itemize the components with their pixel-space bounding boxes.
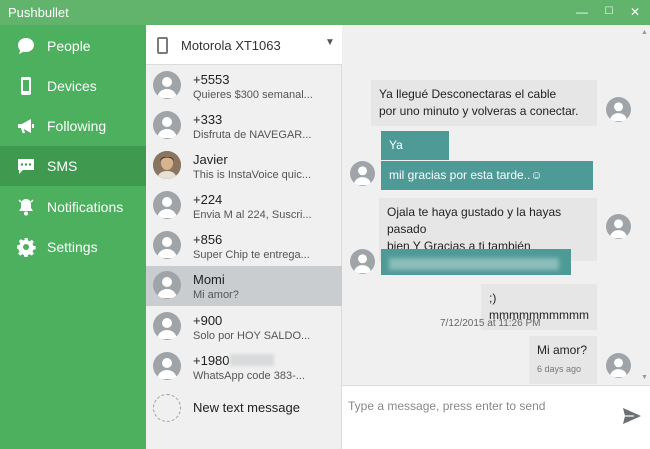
megaphone-icon — [18, 119, 34, 133]
conversation-name: +333 — [193, 112, 223, 127]
device-name: Motorola XT1063 — [181, 38, 281, 53]
message-composer — [342, 385, 650, 449]
conversation-timestamp: 7/12/2015 at 11:26 PM — [440, 318, 541, 329]
sms-icon — [18, 159, 34, 174]
conversation-item[interactable]: Javier This is InstaVoice quic... — [146, 146, 342, 186]
avatar — [153, 312, 181, 340]
sidebar-item-devices[interactable]: Devices — [0, 66, 146, 106]
redacted-number — [230, 354, 274, 366]
sidebar-item-settings[interactable]: Settings — [0, 227, 146, 267]
conversation-item[interactable]: +333 Disfruta de NAVEGAR... — [146, 106, 342, 146]
new-message-label: New text message — [193, 400, 300, 415]
avatar-photo — [153, 151, 181, 179]
message-text: Ya llegué Desconectaras el cable — [379, 87, 557, 101]
phone-icon — [157, 37, 168, 54]
sidebar-item-label: People — [47, 38, 91, 54]
message-text: Ojala te haya gustado y la hayas pasado — [387, 205, 562, 236]
chat-panel: Ya llegué Desconectaras el cable por uno… — [342, 25, 650, 449]
conversation-name: +224 — [193, 192, 223, 207]
conversation-name: +5553 — [193, 72, 230, 87]
conversation-item[interactable]: +900 Solo por HOY SALDO... — [146, 307, 342, 347]
sidebar-item-label: Devices — [47, 78, 97, 94]
sidebar-item-people[interactable]: People — [0, 26, 146, 66]
redacted-message-text — [389, 257, 559, 270]
scroll-up-icon[interactable]: ▲ — [641, 29, 648, 36]
conversation-item[interactable]: +224 Envia M al 224, Suscri... — [146, 186, 342, 226]
avatar — [606, 353, 631, 378]
gear-icon — [17, 238, 36, 257]
send-icon[interactable] — [622, 406, 642, 426]
title-bar: Pushbullet — ☐ ✕ — [0, 0, 650, 25]
device-selector[interactable]: Motorola XT1063 ▼ — [146, 25, 342, 65]
conversation-preview: Envia M al 224, Suscri... — [193, 209, 312, 221]
message-bubble-incoming: Mi amor? 6 days ago — [529, 336, 597, 384]
sidebar-item-sms[interactable]: SMS — [0, 146, 146, 186]
conversation-name: +900 — [193, 313, 223, 328]
conversation-list: Motorola XT1063 ▼ +5553 Quieres $300 sem… — [146, 25, 342, 449]
conversation-preview: Super Chip te entrega... — [193, 249, 310, 261]
conversation-preview: This is InstaVoice quic... — [193, 169, 311, 181]
sidebar-item-label: SMS — [47, 158, 78, 174]
avatar — [153, 71, 181, 99]
sidebar: People Devices Following SMS Notificatio… — [0, 25, 146, 449]
avatar — [153, 271, 181, 299]
conversation-item[interactable]: +1980 WhatsApp code 383-... — [146, 347, 342, 387]
sidebar-item-label: Settings — [47, 239, 98, 255]
message-input[interactable] — [348, 394, 610, 418]
message-text: Ya — [389, 138, 403, 152]
message-text: Mi amor? — [537, 343, 588, 357]
avatar — [153, 352, 181, 380]
window-title: Pushbullet — [8, 5, 69, 20]
sidebar-item-following[interactable]: Following — [0, 106, 146, 146]
scroll-down-icon[interactable]: ▼ — [641, 374, 648, 381]
sidebar-item-label: Notifications — [47, 199, 124, 215]
conversation-name: Momi — [193, 272, 225, 287]
phone-icon — [21, 77, 31, 95]
maximize-button[interactable]: ☐ — [600, 3, 618, 21]
bell-icon — [18, 199, 34, 216]
conversation-item[interactable]: +856 Super Chip te entrega... — [146, 226, 342, 266]
message-age: 6 days ago — [537, 364, 582, 374]
sidebar-item-label: Following — [47, 118, 107, 134]
message-bubble-outgoing-redacted — [381, 249, 571, 275]
message-text: por uno minuto y volveras a conectar. — [379, 104, 579, 118]
avatar — [606, 214, 631, 239]
avatar — [606, 97, 631, 122]
conversation-preview: Solo por HOY SALDO... — [193, 330, 311, 342]
avatar — [350, 161, 375, 186]
conversation-preview: Mi amor? — [193, 289, 239, 301]
conversation-preview: WhatsApp code 383-... — [193, 370, 305, 382]
avatar — [153, 231, 181, 259]
conversation-preview: Quieres $300 semanal... — [193, 89, 313, 101]
close-button[interactable]: ✕ — [626, 3, 644, 21]
conversation-preview: Disfruta de NAVEGAR... — [193, 129, 312, 141]
avatar — [350, 249, 375, 274]
minimize-button[interactable]: — — [573, 3, 591, 21]
conversation-name: Javier — [193, 152, 228, 167]
sidebar-item-notifications[interactable]: Notifications — [0, 187, 146, 227]
chevron-down-icon[interactable]: ▼ — [325, 37, 335, 48]
people-chat-icon — [18, 38, 34, 54]
new-text-message-button[interactable]: New text message — [146, 388, 342, 428]
conversation-name: +1980 — [193, 353, 230, 368]
new-message-icon — [153, 394, 181, 422]
conversation-item-selected[interactable]: Momi Mi amor? — [146, 266, 342, 306]
avatar — [153, 111, 181, 139]
chat-scrollbar[interactable]: ▲ ▼ — [640, 25, 650, 385]
message-bubble-incoming: Ya llegué Desconectaras el cable por uno… — [371, 80, 597, 126]
message-text: mil gracias por esta tarde..☺ — [389, 168, 543, 182]
message-bubble-outgoing: Ya — [381, 131, 449, 160]
conversation-name: +856 — [193, 232, 223, 247]
avatar — [153, 191, 181, 219]
conversation-item[interactable]: +5553 Quieres $300 semanal... — [146, 66, 342, 106]
message-bubble-outgoing: mil gracias por esta tarde..☺ — [381, 161, 593, 190]
